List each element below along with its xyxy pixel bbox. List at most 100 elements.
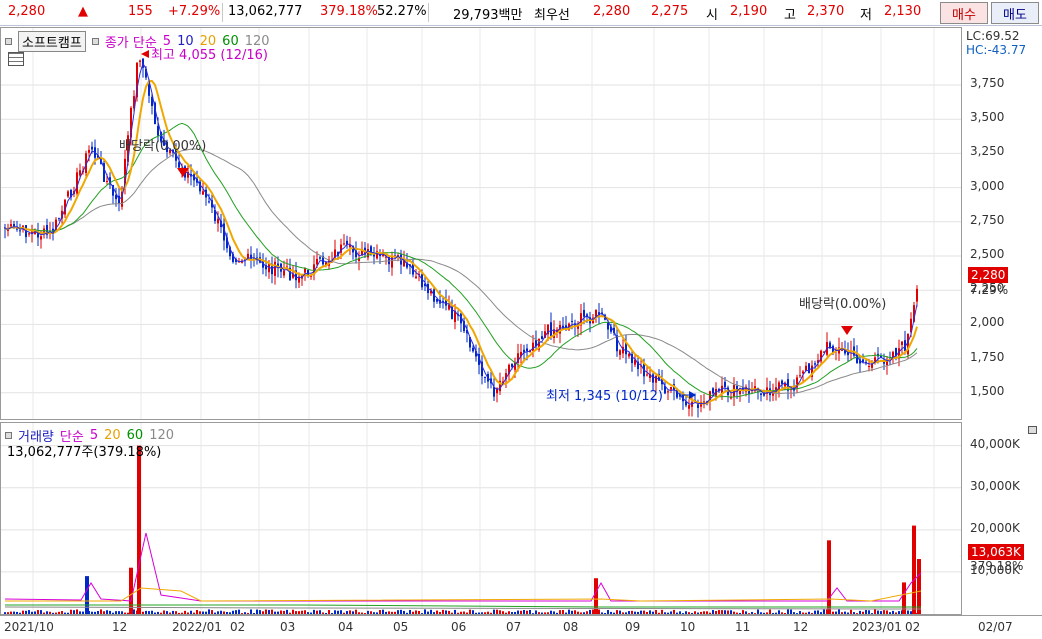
volume-bar xyxy=(631,610,633,614)
indicator-toggle-icon[interactable] xyxy=(91,38,99,45)
time-tick-label: 08 xyxy=(563,620,579,634)
price-tick-label: 2,500 xyxy=(970,247,1005,261)
volume-bar xyxy=(505,612,507,614)
volume-bar xyxy=(376,612,378,614)
volume-bar xyxy=(541,612,543,614)
volume-bar xyxy=(487,611,489,614)
candle-body xyxy=(781,380,783,384)
volume-bar xyxy=(553,611,555,614)
sell-button[interactable]: 매도 xyxy=(991,2,1039,24)
volume-bar xyxy=(409,609,411,614)
vma60-line xyxy=(5,604,921,608)
volume-bar xyxy=(502,611,504,614)
volume-bar xyxy=(865,609,867,614)
volume-bar xyxy=(637,611,639,614)
time-tick-label: 02/07 xyxy=(978,620,1013,634)
volume-bar xyxy=(94,611,96,614)
price-change: 155 xyxy=(128,4,153,19)
volume-bar xyxy=(532,613,534,614)
ma60-label: 60 xyxy=(222,34,239,49)
high-price: 2,370 xyxy=(807,4,845,19)
price-tick-label: 2,000 xyxy=(970,315,1005,330)
volume-bar xyxy=(625,612,627,614)
volume-bar xyxy=(763,612,765,614)
candle-body xyxy=(91,146,93,150)
volume-bar xyxy=(178,612,180,614)
candle-body xyxy=(217,218,219,224)
candle-body xyxy=(808,363,810,374)
candle-body xyxy=(298,277,300,283)
volume-bar xyxy=(442,609,444,614)
volume-bar xyxy=(220,610,222,614)
volume-bar xyxy=(163,610,165,614)
volume-bar xyxy=(235,610,237,614)
volume-bar xyxy=(607,610,609,614)
price-chart-canvas: 최고 4,055 (12/16)배당락(0.00%)배당락(0.00%)최저 1… xyxy=(1,28,961,419)
time-tick-label: 02 xyxy=(230,620,246,634)
best-ask: 2,280 xyxy=(593,4,631,19)
volume-bar xyxy=(292,609,294,614)
volume-bar xyxy=(517,610,519,614)
candle-body xyxy=(79,170,81,176)
volume-bar xyxy=(877,610,879,614)
volume-bar xyxy=(808,611,810,614)
lc-value: LC:69.52 xyxy=(966,29,1020,43)
volume-bar xyxy=(724,610,726,614)
time-tick-label: 06 xyxy=(451,620,467,634)
volume-bar xyxy=(19,612,21,614)
price-tick-label: 1,250 xyxy=(970,418,1004,420)
volume-bar xyxy=(271,609,273,614)
indicator-label[interactable]: 종가 단순 xyxy=(105,32,157,51)
volume-bar xyxy=(109,610,111,614)
volume-bar xyxy=(745,611,747,614)
stock-name[interactable]: 소프트캠프 xyxy=(18,31,86,52)
volume-bar xyxy=(544,612,546,614)
time-tick-label: 02 xyxy=(905,620,921,634)
volume-bar xyxy=(184,610,186,614)
volume-bar xyxy=(466,612,468,614)
candle-body xyxy=(415,276,417,279)
volume-toggle-icon[interactable] xyxy=(5,432,12,439)
volume-bar xyxy=(811,612,813,614)
volume-bar xyxy=(475,612,477,614)
volume-bar xyxy=(331,612,333,614)
volume-bar xyxy=(490,612,492,614)
volume-bar xyxy=(10,611,12,614)
candle-body xyxy=(799,375,801,377)
volume-bar xyxy=(76,609,78,614)
volume-bar xyxy=(814,610,816,614)
ma10-label: 10 xyxy=(177,34,194,49)
current-volume-pct: 379.18% xyxy=(970,559,1024,573)
price-tick-label: 3,250 xyxy=(970,144,1005,159)
candle-body xyxy=(157,126,159,136)
volume-bar xyxy=(205,611,207,614)
volume-bar xyxy=(346,611,348,614)
volume-bar xyxy=(685,611,687,614)
volume-bar xyxy=(661,609,663,614)
volume-bar xyxy=(268,610,270,614)
volume-bar xyxy=(169,612,171,614)
volume-bar xyxy=(103,611,105,614)
buy-button[interactable]: 매수 xyxy=(940,2,988,24)
candle-body xyxy=(688,405,690,409)
volume-bar xyxy=(229,612,231,614)
volume-bar xyxy=(754,613,756,614)
panel-close-icon[interactable] xyxy=(1028,426,1037,434)
candle-body xyxy=(862,359,864,362)
volume-chart-panel[interactable]: 거래량 단순 5 20 60 120 13,062,777주(379.18%) xyxy=(0,422,962,615)
hc-value: HC:-43.77 xyxy=(966,43,1027,57)
volume-tick-label: 20,000K xyxy=(970,520,1020,535)
volume-bar xyxy=(13,611,15,614)
volume-bar xyxy=(157,611,159,614)
candle-body xyxy=(493,387,495,397)
panel-toggle-icon[interactable] xyxy=(5,38,12,45)
grid-table-icon[interactable] xyxy=(8,52,24,66)
volume-bar xyxy=(322,612,324,614)
volume-bar xyxy=(328,610,330,614)
candle-body xyxy=(541,336,543,340)
volume-bar xyxy=(397,610,399,614)
price-tick-label: 3,500 xyxy=(970,110,1005,125)
price-chart-panel[interactable]: 최고 4,055 (12/16) 배당락(0.00%) 배당락(0.00%) 최저 1… xyxy=(0,27,962,420)
volume-bar xyxy=(478,612,480,614)
time-tick-label: 2022/01 xyxy=(172,620,222,634)
